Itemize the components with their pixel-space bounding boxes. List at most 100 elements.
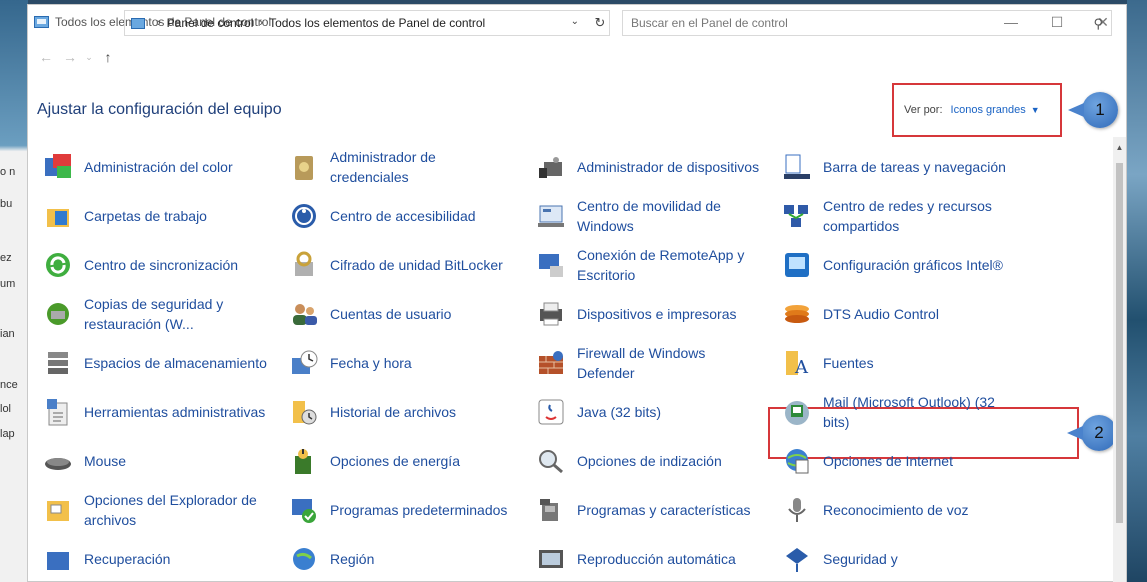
control-panel-item-label: Barra de tareas y navegación xyxy=(823,159,1006,175)
control-panel-item[interactable]: Centro de redes y recursos compartidos xyxy=(781,194,1013,238)
control-panel-item[interactable]: Opciones del Explorador de archivos xyxy=(42,488,269,532)
control-panel-item[interactable]: Región xyxy=(288,537,515,581)
control-panel-item[interactable]: Administrador de credenciales xyxy=(288,145,515,189)
region-icon xyxy=(288,543,320,575)
control-panel-item[interactable]: Centro de sincronización xyxy=(42,243,269,287)
control-panel-item[interactable]: Espacios de almacenamiento xyxy=(42,341,269,385)
default-programs-icon xyxy=(288,494,320,526)
control-panel-item[interactable]: Historial de archivos xyxy=(288,390,515,434)
mouse-icon xyxy=(42,445,74,477)
control-panel-item[interactable]: Administrador de dispositivos xyxy=(535,145,762,189)
storage-spaces-icon xyxy=(42,347,74,379)
control-panel-item-label: Administrador de dispositivos xyxy=(577,159,760,175)
desktop-background-left xyxy=(0,0,28,582)
credential-manager-icon xyxy=(288,151,320,183)
control-panel-item-label: Herramientas administrativas xyxy=(84,404,266,420)
control-panel-item-label: Opciones del Explorador de archivos xyxy=(84,492,257,528)
control-panel-item-label: Dispositivos e impresoras xyxy=(577,306,737,322)
desktop-fragment: lol xyxy=(0,403,12,415)
mail-icon xyxy=(781,396,813,428)
control-panel-item[interactable]: Fecha y hora xyxy=(288,341,515,385)
printers-icon xyxy=(535,298,567,330)
desktop-fragment: nce xyxy=(0,379,18,391)
control-panel-item[interactable]: Barra de tareas y navegación xyxy=(781,145,1013,189)
control-panel-item-label: Administración del color xyxy=(84,159,233,175)
control-panel-item[interactable]: Programas y características xyxy=(535,488,762,532)
control-panel-item-label: Firewall de Windows Defender xyxy=(577,345,706,381)
taskbar-icon xyxy=(781,151,813,183)
control-panel-item[interactable]: Configuración gráficos Intel® xyxy=(781,243,1013,287)
control-panel-item-label: Configuración gráficos Intel® xyxy=(823,257,1003,273)
control-panel-item-label: Centro de movilidad de Windows xyxy=(577,198,721,234)
explorer-options-icon xyxy=(42,494,74,526)
sync-center-icon xyxy=(42,249,74,281)
desktop-fragment: lap xyxy=(0,428,15,440)
control-panel-item[interactable]: Dispositivos e impresoras xyxy=(535,292,762,336)
control-panel-item[interactable]: Opciones de Internet xyxy=(781,439,1013,483)
control-panel-item-label: Recuperación xyxy=(84,551,171,567)
control-panel-item-label: Centro de redes y recursos compartidos xyxy=(823,198,992,234)
control-panel-item[interactable]: Administración del color xyxy=(42,145,269,189)
control-panel-item[interactable]: Mouse xyxy=(42,439,269,483)
control-panel-item[interactable]: Programas predeterminados xyxy=(288,488,515,532)
control-panel-item[interactable]: Reconocimiento de voz xyxy=(781,488,1013,532)
user-accounts-icon xyxy=(288,298,320,330)
control-panel-item-label: Carpetas de trabajo xyxy=(84,208,207,224)
control-panel-item[interactable]: Opciones de energía xyxy=(288,439,515,483)
fonts-icon: A xyxy=(781,347,813,379)
control-panel-item[interactable]: Recuperación xyxy=(42,537,269,581)
control-panel-item[interactable]: Conexión de RemoteApp y Escritorio xyxy=(535,243,762,287)
dts-audio-icon xyxy=(781,298,813,330)
speech-recognition-icon xyxy=(781,494,813,526)
control-panel-item[interactable]: Java (32 bits) xyxy=(535,390,762,434)
control-panel-item-label: Centro de accesibilidad xyxy=(330,208,476,224)
control-panel-item[interactable]: Herramientas administrativas xyxy=(42,390,269,434)
control-panel-item-label: Java (32 bits) xyxy=(577,404,662,420)
mobility-center-icon xyxy=(535,200,567,232)
control-panel-item-label: Región xyxy=(330,551,375,567)
admin-tools-icon xyxy=(42,396,74,428)
control-panel-item[interactable]: Seguridad y xyxy=(781,537,1013,581)
desktop-fragment: ian xyxy=(0,328,15,340)
control-panel-item-label: Copias de seguridad y restauración (W... xyxy=(84,296,224,332)
svg-text:A: A xyxy=(794,357,809,378)
control-panel-item-label: Conexión de RemoteApp y Escritorio xyxy=(577,247,745,283)
control-panel-item-label: Cuentas de usuario xyxy=(330,306,452,322)
backup-icon xyxy=(42,298,74,330)
control-panel-item-label: Espacios de almacenamiento xyxy=(84,355,267,371)
control-panel-item[interactable]: Mail (Microsoft Outlook) (32 bits) xyxy=(781,390,1013,434)
control-panel-item-label: Opciones de energía xyxy=(330,453,460,469)
control-panel-item[interactable]: Reproducción automática xyxy=(535,537,762,581)
autoplay-icon xyxy=(535,543,567,575)
control-panel-items: Administración del color Administrador de… xyxy=(28,5,1128,582)
indexing-icon xyxy=(535,445,567,477)
control-panel-item-label: Opciones de indización xyxy=(577,453,722,469)
desktop-background-right xyxy=(1127,0,1147,582)
color-management-icon xyxy=(42,151,74,183)
recovery-icon xyxy=(42,543,74,575)
control-panel-item-label: Fecha y hora xyxy=(330,355,412,371)
control-panel-item-label: Cifrado de unidad BitLocker xyxy=(330,257,503,273)
intel-graphics-icon xyxy=(781,249,813,281)
control-panel-item[interactable]: Centro de movilidad de Windows xyxy=(535,194,762,238)
control-panel-item[interactable]: Cifrado de unidad BitLocker xyxy=(288,243,515,287)
control-panel-item[interactable]: DTS Audio Control xyxy=(781,292,1013,336)
control-panel-item-label: Programas predeterminados xyxy=(330,502,508,518)
control-panel-item[interactable]: Carpetas de trabajo xyxy=(42,194,269,238)
control-panel-item[interactable]: Firewall de Windows Defender xyxy=(535,341,762,385)
date-time-icon xyxy=(288,347,320,379)
control-panel-item[interactable]: A Fuentes xyxy=(781,341,1013,385)
internet-options-icon xyxy=(781,445,813,477)
control-panel-item[interactable]: Centro de accesibilidad xyxy=(288,194,515,238)
control-panel-item[interactable]: Copias de seguridad y restauración (W... xyxy=(42,292,269,336)
desktop-fragment: um xyxy=(0,278,16,290)
desktop-fragment: ez xyxy=(0,252,12,264)
java-icon xyxy=(535,396,567,428)
control-panel-item[interactable]: Cuentas de usuario xyxy=(288,292,515,336)
control-panel-item-label: Reconocimiento de voz xyxy=(823,502,969,518)
control-panel-item-label: Fuentes xyxy=(823,355,874,371)
control-panel-item-label: Historial de archivos xyxy=(330,404,457,420)
network-center-icon xyxy=(781,200,813,232)
control-panel-item[interactable]: Opciones de indización xyxy=(535,439,762,483)
control-panel-item-label: Administrador de credenciales xyxy=(330,149,436,185)
